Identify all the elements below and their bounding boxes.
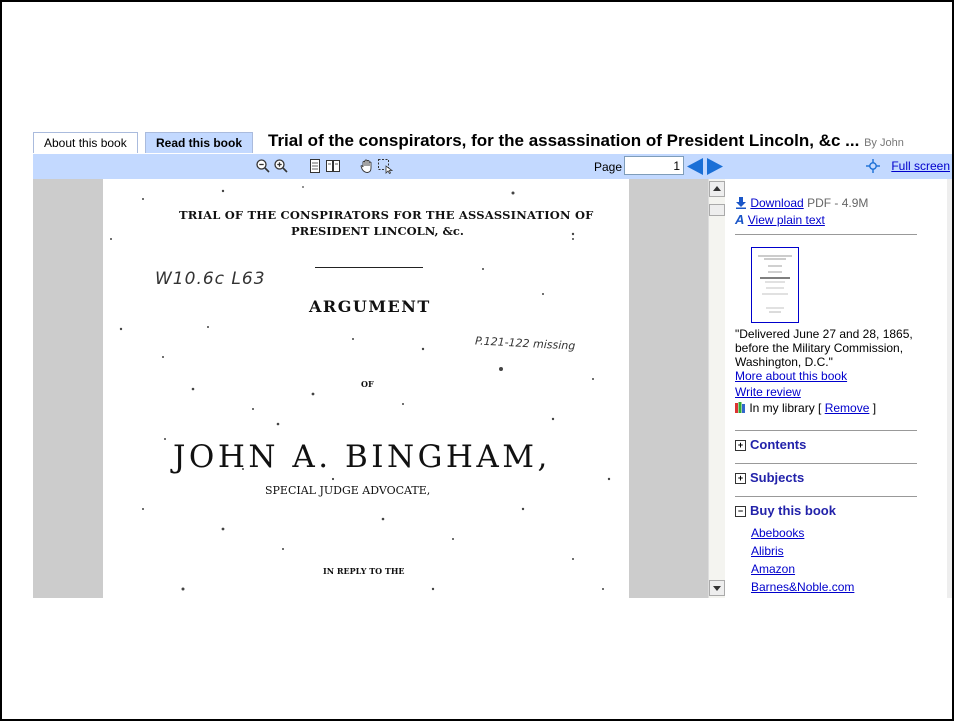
hand-tool-icon[interactable] — [359, 158, 375, 174]
description-line: "Delivered June 27 and 28, 1865, — [735, 327, 913, 341]
book-sidebar: Download PDF - 4.9M A View plain text "D… — [725, 179, 947, 598]
tab-about-this-book[interactable]: About this book — [33, 132, 138, 153]
seller-list: Abebooks Alibris Amazon Barnes&Noble.com — [751, 524, 854, 596]
download-link[interactable]: Download — [750, 196, 803, 210]
seller-link-abebooks[interactable]: Abebooks — [751, 526, 804, 540]
download-icon[interactable] — [735, 197, 747, 212]
scroll-thumb[interactable] — [709, 204, 725, 216]
viewer-toolbar: Page Full screen — [33, 154, 952, 179]
seller-link-barnes-noble[interactable]: Barnes&Noble.com — [751, 580, 854, 594]
description-line: before the Military Commission, — [735, 341, 904, 355]
next-page-icon[interactable] — [705, 157, 725, 176]
sidebar-divider — [735, 463, 917, 464]
page-viewer[interactable]: TRIAL OF THE CONSPIRATORS FOR THE ASSASS… — [33, 179, 708, 598]
tab-bar: About this book Read this book Trial of … — [33, 129, 952, 155]
buy-this-book-section-toggle[interactable]: − Buy this book — [735, 503, 836, 518]
sidebar-divider — [735, 234, 917, 235]
sidebar-scrollbar[interactable] — [947, 179, 952, 598]
page-label: Page — [594, 160, 623, 174]
select-tool-icon[interactable] — [377, 158, 393, 174]
scroll-down-button[interactable] — [709, 580, 725, 596]
page-number-input[interactable] — [624, 156, 684, 175]
plain-text-icon[interactable]: A — [735, 212, 744, 227]
book-title: Trial of the conspirators, for the assas… — [268, 129, 904, 155]
plain-text-row: A View plain text — [735, 212, 825, 227]
book-author: By John — [864, 137, 904, 149]
in-my-library-row: In my library [ Remove ] — [735, 401, 913, 416]
full-screen-link[interactable]: Full screen — [891, 159, 950, 173]
write-review-link[interactable]: Write review — [735, 385, 801, 399]
two-page-icon[interactable] — [325, 158, 341, 174]
view-plain-text-link[interactable]: View plain text — [748, 213, 825, 227]
remove-link[interactable]: Remove — [825, 401, 870, 415]
zoom-out-icon[interactable] — [255, 158, 271, 174]
subjects-label: Subjects — [750, 470, 805, 485]
one-page-icon[interactable] — [307, 158, 323, 174]
scanned-page: TRIAL OF THE CONSPIRATORS FOR THE ASSASS… — [103, 179, 629, 598]
more-about-this-book-link[interactable]: More about this book — [735, 369, 847, 383]
description-line: Washington, D.C." — [735, 355, 833, 369]
collapse-icon: − — [735, 506, 746, 517]
book-thumbnail[interactable] — [751, 247, 799, 323]
viewer-scrollbar[interactable] — [708, 179, 725, 598]
scan-speckle-noise — [110, 186, 611, 591]
expand-icon: + — [735, 440, 746, 451]
contents-section-toggle[interactable]: + Contents — [735, 437, 806, 452]
download-info: PDF - 4.9M — [807, 196, 869, 210]
seller-link-alibris[interactable]: Alibris — [751, 544, 784, 558]
download-row: Download PDF - 4.9M — [735, 196, 868, 212]
book-description: "Delivered June 27 and 28, 1865, before … — [735, 327, 913, 416]
sidebar-divider — [735, 430, 917, 431]
book-title-text: Trial of the conspirators, for the assas… — [268, 131, 860, 150]
subjects-section-toggle[interactable]: + Subjects — [735, 470, 804, 485]
zoom-in-icon[interactable] — [273, 158, 289, 174]
contents-label: Contents — [750, 437, 807, 452]
expand-icon: + — [735, 473, 746, 484]
seller-link-amazon[interactable]: Amazon — [751, 562, 795, 576]
buy-this-book-label: Buy this book — [750, 503, 836, 518]
window-frame: About this book Read this book Trial of … — [0, 0, 954, 721]
fullscreen-icon[interactable] — [866, 159, 880, 173]
in-my-library-label: In my library [ — [749, 401, 822, 415]
sidebar-divider — [735, 496, 917, 497]
tab-read-this-book[interactable]: Read this book — [145, 132, 254, 153]
library-icon — [735, 402, 746, 416]
prev-page-icon[interactable] — [685, 157, 705, 176]
in-my-library-close: ] — [872, 401, 877, 415]
scroll-up-button[interactable] — [709, 181, 725, 197]
